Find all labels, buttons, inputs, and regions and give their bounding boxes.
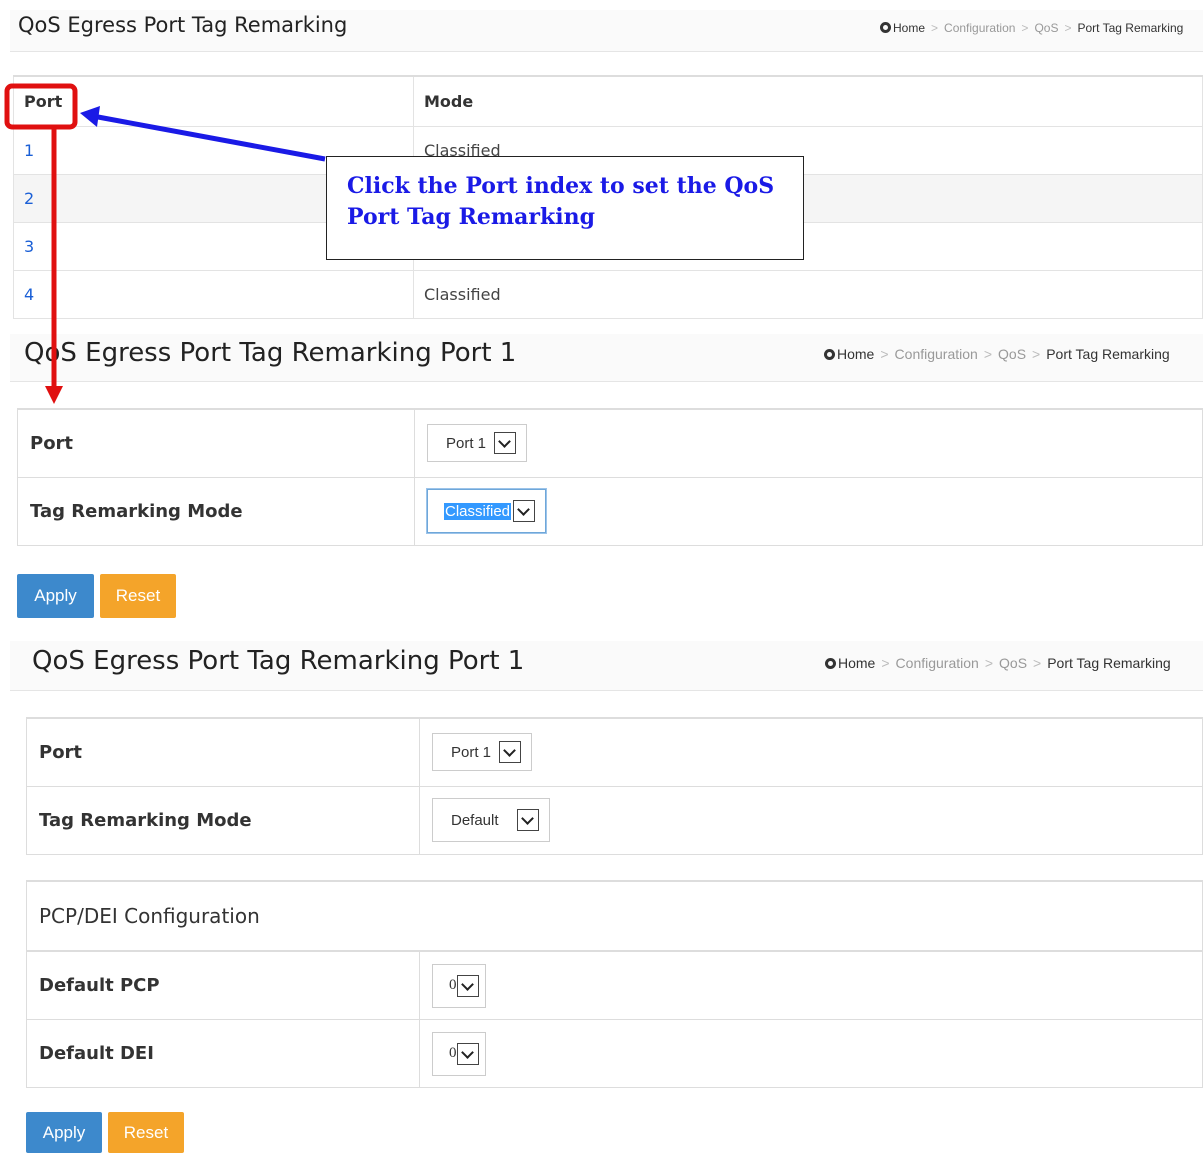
default-dei-label: Default DEI — [26, 1019, 420, 1088]
page-title: QoS Egress Port Tag Remarking Port 1 — [32, 646, 525, 676]
page-title: QoS Egress Port Tag Remarking — [18, 13, 348, 37]
pcp-dei-table: Default PCP 0 Default DEI 0 — [26, 951, 1203, 1088]
panel3-header: QoS Egress Port Tag Remarking Port 1 Hom… — [10, 641, 1203, 691]
port-link-2[interactable]: 2 — [24, 189, 34, 208]
port-label: Port — [26, 717, 420, 786]
panel1-header: QoS Egress Port Tag Remarking Home > Confi… — [10, 10, 1203, 52]
red-arrow-head — [45, 386, 63, 404]
breadcrumb-configuration[interactable]: Configuration — [944, 21, 1015, 35]
home-icon — [824, 349, 835, 360]
mode-cell: Classified — [413, 269, 1203, 319]
annotation-callout: Click the Port index to set the QoS Port… — [326, 156, 804, 260]
breadcrumb-current: Port Tag Remarking — [1077, 21, 1184, 35]
breadcrumb-configuration[interactable]: Configuration — [896, 655, 979, 671]
breadcrumb: Home > Configuration > QoS > Port Tag Remarkin… — [825, 655, 1171, 671]
tag-remarking-mode-label: Tag Remarking Mode — [26, 785, 420, 854]
port-select-value: Port 1 — [446, 434, 487, 452]
port-select-value: Port 1 — [451, 743, 492, 761]
breadcrumb: Home > Configuration > QoS > Port Tag Remarkin… — [880, 21, 1183, 35]
home-icon — [880, 22, 891, 33]
breadcrumb-configuration[interactable]: Configuration — [895, 346, 978, 362]
chevron-down-icon — [456, 1042, 479, 1065]
breadcrumb-qos[interactable]: QoS — [998, 346, 1026, 362]
chevron-down-icon — [494, 432, 517, 455]
apply-button[interactable]: Apply — [17, 574, 94, 618]
apply-button[interactable]: Apply — [26, 1112, 102, 1153]
reset-button[interactable]: Reset — [108, 1112, 184, 1153]
pcp-dei-section-title: PCP/DEI Configuration — [26, 880, 1203, 951]
default-dei-select[interactable]: 0 — [432, 1031, 486, 1076]
port-column-header: Port — [13, 75, 414, 127]
default-pcp-value: 0 — [449, 977, 457, 993]
breadcrumb-home[interactable]: Home — [838, 655, 875, 671]
mode-column-header: Mode — [413, 75, 1203, 127]
port-config-table: Port Port 1 Tag Remarking Mode Default — [26, 717, 1203, 855]
page-title: QoS Egress Port Tag Remarking Port 1 — [24, 338, 517, 368]
port-label: Port — [17, 408, 415, 477]
breadcrumb-qos[interactable]: QoS — [999, 655, 1027, 671]
chevron-down-icon — [499, 741, 522, 764]
tag-remarking-mode-select[interactable]: Default — [432, 798, 550, 842]
port-select[interactable]: Port 1 — [427, 424, 528, 463]
breadcrumb-home[interactable]: Home — [893, 21, 925, 35]
tag-remarking-mode-label: Tag Remarking Mode — [17, 476, 415, 545]
breadcrumb-current: Port Tag Remarking — [1046, 346, 1170, 362]
chevron-down-icon — [513, 500, 536, 522]
home-icon — [825, 658, 836, 669]
tag-remarking-mode-select[interactable]: Classified — [427, 489, 547, 533]
reset-button[interactable]: Reset — [100, 574, 176, 618]
breadcrumb-qos[interactable]: QoS — [1034, 21, 1058, 35]
chevron-down-icon — [456, 974, 479, 997]
port-link-3[interactable]: 3 — [24, 237, 34, 256]
table-row: 4 Classified — [13, 269, 1203, 319]
default-pcp-label: Default PCP — [26, 951, 420, 1020]
breadcrumb-home[interactable]: Home — [837, 346, 874, 362]
port-select[interactable]: Port 1 — [432, 733, 533, 772]
port-config-table: Port Port 1 Tag Remarking Mode Classifie… — [17, 408, 1203, 546]
default-pcp-select[interactable]: 0 — [432, 963, 486, 1008]
chevron-down-icon — [516, 809, 539, 831]
breadcrumb-current: Port Tag Remarking — [1047, 655, 1171, 671]
default-dei-value: 0 — [449, 1045, 457, 1061]
tag-remarking-mode-value: Classified — [444, 502, 512, 520]
port-link-1[interactable]: 1 — [24, 141, 34, 160]
breadcrumb: Home > Configuration > QoS > Port Tag Remarkin… — [824, 346, 1170, 362]
tag-remarking-mode-value: Default — [451, 811, 499, 829]
port-link-4[interactable]: 4 — [24, 285, 34, 304]
panel2-header: QoS Egress Port Tag Remarking Port 1 Hom… — [10, 334, 1203, 382]
